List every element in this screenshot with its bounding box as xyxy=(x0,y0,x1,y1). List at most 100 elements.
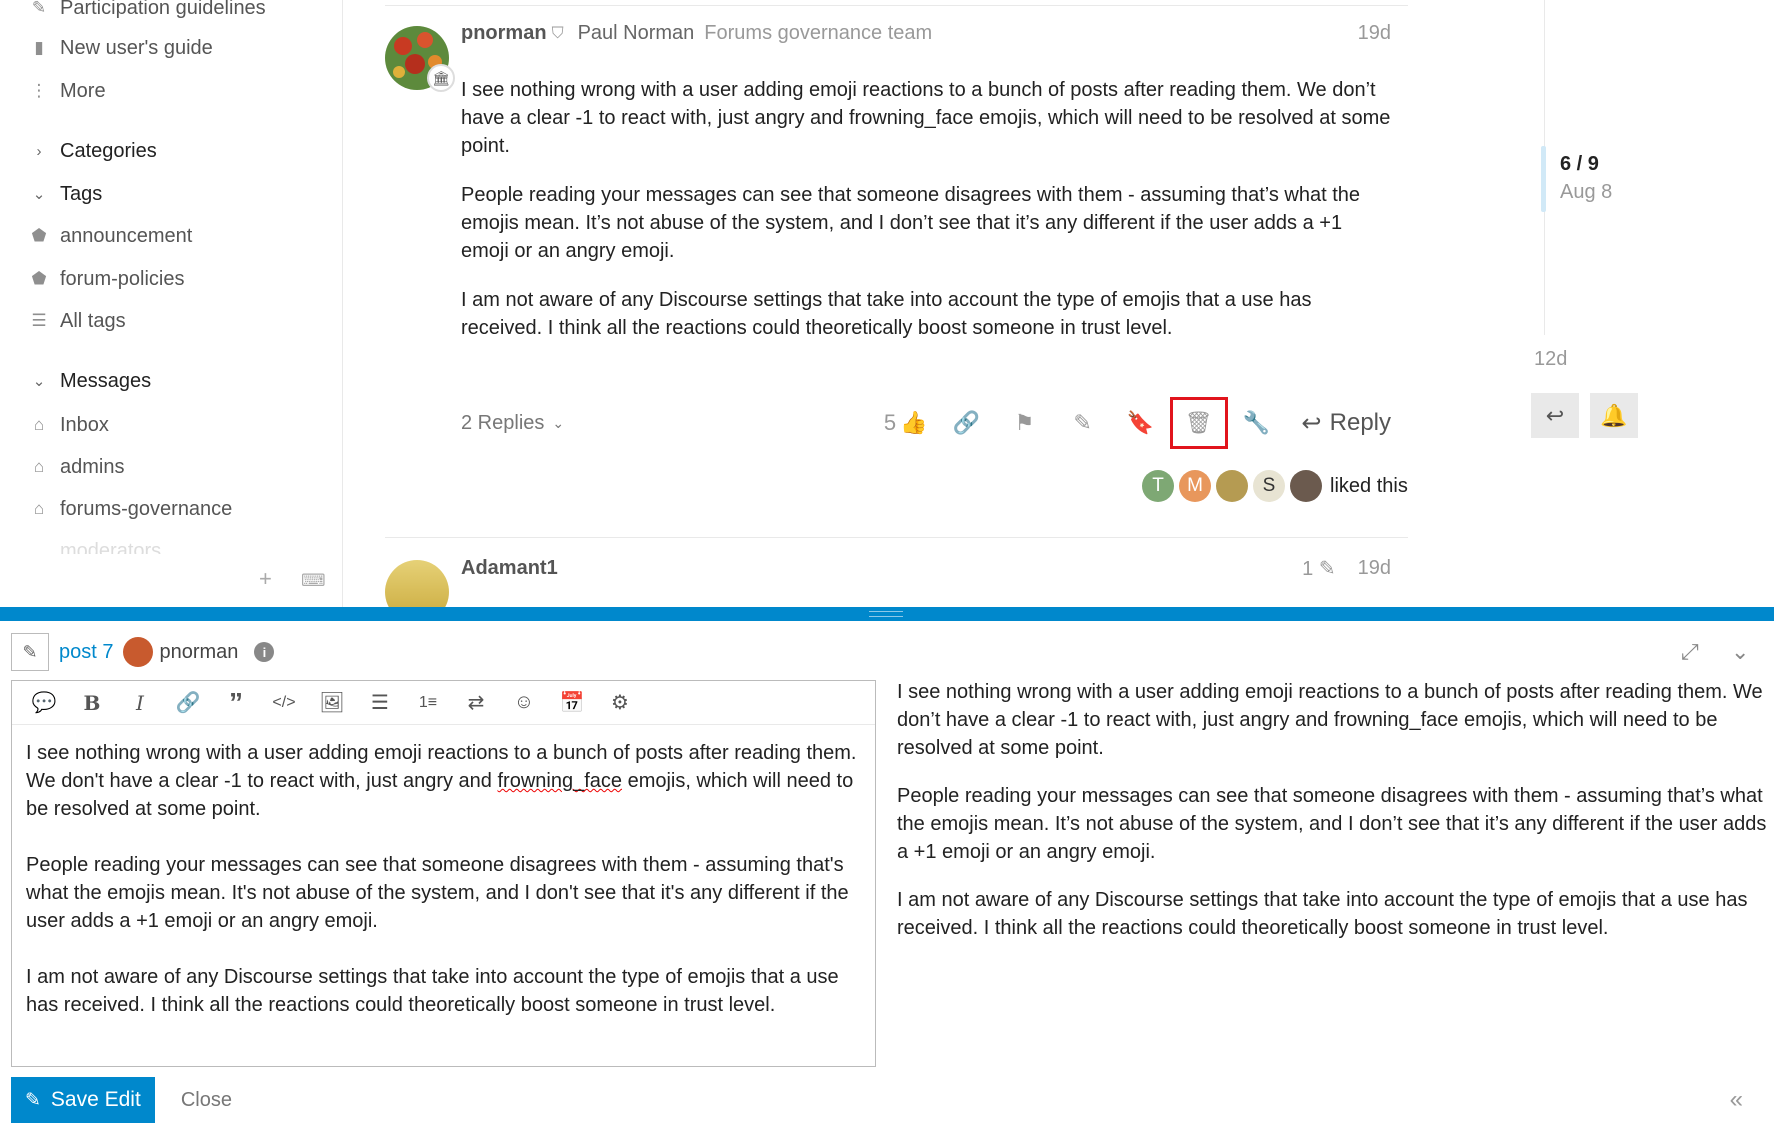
chevron-right-icon: › xyxy=(36,142,42,160)
more-vertical-icon: ⋮ xyxy=(30,81,48,100)
timeline-scroller: 6 / 9 Aug 8 12d ↩ 🔔 xyxy=(1530,0,1730,607)
sidebar-tag-announcement[interactable]: ⬟ announcement xyxy=(28,221,193,251)
link-icon: 🔗 xyxy=(952,410,981,435)
liker-avatar[interactable]: T xyxy=(1142,470,1174,502)
numbered-list-icon[interactable]: 1≡ xyxy=(404,681,452,725)
blockquote-icon[interactable]: ” xyxy=(212,681,260,725)
notifications-button[interactable]: 🔔 xyxy=(1590,393,1638,438)
sidebar-section-categories[interactable]: › Categories xyxy=(28,136,157,166)
link-icon[interactable]: 🔗 xyxy=(164,681,212,725)
delete-button[interactable]: 🗑 xyxy=(1169,397,1228,449)
gear-icon[interactable]: ⚙ xyxy=(596,681,644,725)
pencil-icon: ✎ xyxy=(22,641,38,662)
inbox-icon: ⌂ xyxy=(33,499,45,518)
collapse-preview-icon[interactable]: « xyxy=(1730,1086,1743,1114)
post-full-name[interactable]: Paul Norman xyxy=(578,22,695,45)
composer-textarea[interactable]: I see nothing wrong with a user adding e… xyxy=(26,739,866,1019)
sidebar-link-participation-guidelines[interactable]: ✎ Participation guidelines xyxy=(28,0,266,23)
admin-wrench-button[interactable]: 🔧 xyxy=(1228,397,1286,449)
composer-footer: ✎ Save Edit Close « xyxy=(11,1077,1771,1123)
section-label: Messages xyxy=(60,369,152,392)
reply-button[interactable]: ↩ Reply xyxy=(1302,409,1391,438)
post-paragraph: I am not aware of any Discourse settings… xyxy=(461,289,1312,339)
composer-username: pnorman xyxy=(159,640,239,663)
copy-link-button[interactable]: 🔗 xyxy=(938,397,996,449)
show-replies-button[interactable]: 2 Replies ⌄ xyxy=(461,412,564,435)
reply-label: Reply xyxy=(1329,409,1391,436)
editor: 💬 B I 🔗 ” </> 🖼 ☰ 1≡ ⇄ ☺ 📅 ⚙ I see nothi… xyxy=(11,680,876,1067)
composer-resize-grip[interactable] xyxy=(0,607,1774,621)
post-date[interactable]: 19d xyxy=(1358,557,1391,580)
bold-icon[interactable]: B xyxy=(68,681,116,725)
bell-icon: 🔔 xyxy=(1600,402,1628,428)
sidebar-link-new-users-guide[interactable]: ▮ New user's guide xyxy=(28,33,212,63)
post-user-title: Forums governance team xyxy=(704,22,933,44)
chevron-down-icon: ⌄ xyxy=(32,373,46,390)
sidebar-message-inbox[interactable]: ⌂ Inbox xyxy=(28,410,109,440)
like-count[interactable]: 5 xyxy=(884,410,896,436)
section-label: Tags xyxy=(60,182,103,205)
misspelled-word: frowning_face xyxy=(497,770,623,792)
code-icon[interactable]: </> xyxy=(260,681,308,725)
post-actions: 2 Replies ⌄ 5 👍 🔗 ⚑ ✎ 🔖 🗑 🔧 ↩ Reply xyxy=(461,397,1391,449)
save-edit-button[interactable]: ✎ Save Edit xyxy=(11,1077,155,1123)
sidebar-faded-item: moderators xyxy=(60,540,162,554)
chevron-down-icon[interactable]: ⌄ xyxy=(1731,639,1749,665)
post-username[interactable]: pnorman xyxy=(461,22,547,45)
bullet-list-icon[interactable]: ☰ xyxy=(356,681,404,725)
post-link[interactable]: post 7 xyxy=(59,641,113,664)
sidebar-tag-forum-policies[interactable]: ⬟ forum-policies xyxy=(28,264,185,294)
liker-avatar[interactable]: M xyxy=(1179,470,1211,502)
timeline-position: 6 / 9 xyxy=(1560,153,1599,175)
tag-icon: ⬟ xyxy=(31,269,47,288)
sidebar-message-admins[interactable]: ⌂ admins xyxy=(28,452,125,482)
group-flair-icon: 🏛 xyxy=(427,64,455,92)
divider xyxy=(385,5,1408,6)
section-label: Categories xyxy=(60,139,157,162)
timeline-handle[interactable] xyxy=(1541,146,1546,212)
like-button[interactable]: 5 👍 xyxy=(874,397,938,449)
image-icon[interactable]: 🖼 xyxy=(308,681,356,725)
edit-history-button[interactable]: 1 ✎ xyxy=(1302,556,1335,581)
post-body: I see nothing wrong with a user adding e… xyxy=(461,76,1391,363)
timeline-reply-button[interactable]: ↩ xyxy=(1531,393,1579,438)
toggle-direction-icon[interactable]: ⇄ xyxy=(452,681,500,725)
inbox-icon: ⌂ xyxy=(33,457,45,476)
trash-icon: 🗑 xyxy=(1184,410,1213,435)
tag-label: forum-policies xyxy=(60,267,185,290)
bookmark-icon: 🔖 xyxy=(1126,410,1155,435)
list-icon: ☰ xyxy=(31,311,47,330)
emoji-icon[interactable]: ☺ xyxy=(500,681,548,725)
replies-label: 2 Replies xyxy=(461,411,545,434)
edit-button[interactable]: ✎ xyxy=(1054,397,1112,449)
liker-avatar[interactable] xyxy=(1290,470,1322,502)
sidebar-message-forums-governance[interactable]: ⌂ forums-governance xyxy=(28,494,232,524)
composer-preview: I see nothing wrong with a user adding e… xyxy=(897,678,1767,962)
composer-action-dropdown[interactable]: ✎ xyxy=(11,633,49,671)
sidebar-section-messages[interactable]: ⌄ Messages xyxy=(28,366,151,396)
close-button[interactable]: Close xyxy=(181,1089,232,1112)
sidebar-all-tags[interactable]: ☰ All tags xyxy=(28,306,126,336)
expand-icon[interactable]: ⤢ xyxy=(1681,639,1699,665)
add-icon[interactable]: + xyxy=(259,566,272,592)
timeline-last-date[interactable]: 12d xyxy=(1534,348,1567,371)
post-paragraph: People reading your messages can see tha… xyxy=(461,184,1361,262)
post-username[interactable]: Adamant1 xyxy=(461,557,558,580)
keyboard-icon[interactable]: ⌨ xyxy=(301,571,326,591)
post-date[interactable]: 19d xyxy=(1358,22,1391,45)
all-tags-label: All tags xyxy=(60,309,126,332)
info-icon[interactable]: i xyxy=(254,642,275,662)
message-label: Inbox xyxy=(60,413,109,436)
calendar-icon[interactable]: 📅 xyxy=(548,681,596,725)
sidebar-section-tags[interactable]: ⌄ Tags xyxy=(28,179,103,209)
liker-avatar[interactable]: S xyxy=(1253,470,1285,502)
liker-avatar[interactable] xyxy=(1216,470,1248,502)
reply-icon: ↩ xyxy=(1301,409,1322,437)
timeline-date: Aug 8 xyxy=(1560,181,1613,203)
bookmark-button[interactable]: 🔖 xyxy=(1112,397,1170,449)
italic-icon[interactable]: I xyxy=(116,681,164,725)
flag-button[interactable]: ⚑ xyxy=(996,397,1054,449)
quote-reply-icon[interactable]: 💬 xyxy=(20,681,68,725)
sidebar: ✎ Participation guidelines ▮ New user's … xyxy=(0,0,343,607)
sidebar-link-more[interactable]: ⋮ More xyxy=(28,76,106,106)
